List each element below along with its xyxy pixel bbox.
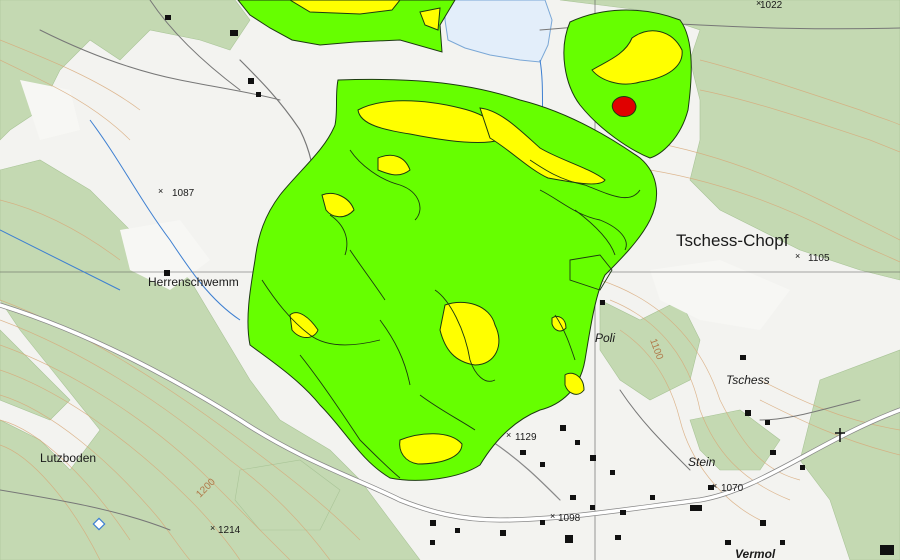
place-poli: Poli (595, 331, 615, 345)
map-canvas[interactable]: × × × × × × × 1100 1200 Tschess-Chopf He… (0, 0, 900, 560)
elevation-1214: 1214 (218, 525, 241, 536)
place-herrenschwemm: Herrenschwemm (148, 275, 239, 289)
cross-mark: × (158, 186, 163, 196)
place-tschess: Tschess (726, 373, 770, 387)
elevation-1129: 1129 (515, 432, 537, 443)
place-lutzboden: Lutzboden (40, 451, 96, 465)
cross-mark: × (210, 523, 215, 533)
place-tschess-chopf: Tschess-Chopf (676, 231, 789, 250)
elevation-1105: 1105 (808, 253, 830, 264)
elevation-1022: 1022 (760, 0, 783, 11)
red-zone (611, 96, 637, 117)
elevation-1087: 1087 (172, 188, 195, 199)
map-svg: × × × × × × × 1100 1200 Tschess-Chopf He… (0, 0, 900, 560)
place-stein: Stein (688, 455, 716, 469)
cross-mark: × (795, 251, 800, 261)
place-vermol: Vermol (735, 547, 776, 560)
elevation-1070: 1070 (721, 483, 744, 494)
cross-mark: × (506, 430, 511, 440)
cross-mark: × (550, 511, 555, 521)
elevation-1098: 1098 (558, 513, 581, 524)
cross-mark: × (712, 481, 717, 491)
